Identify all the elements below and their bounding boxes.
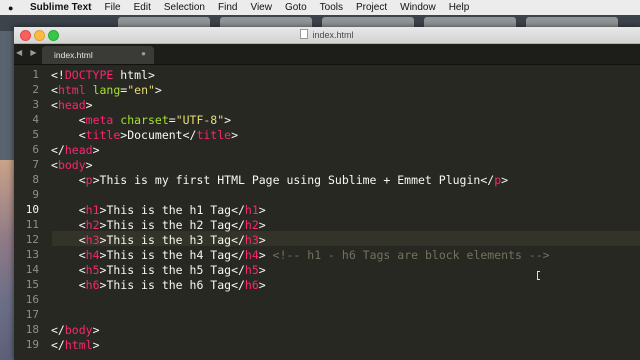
line-number: 12: [25, 233, 39, 246]
apple-menu-icon[interactable]: ●: [8, 3, 18, 13]
document-icon: [300, 29, 309, 39]
code-line[interactable]: <body>: [51, 158, 93, 173]
code-editor[interactable]: 1 2 3 4 5 6 7 8 9 10 11 12 13 14 15 16 17 18 19 <!DOCTYPE …: [14, 65, 640, 360]
code-line[interactable]: </html>: [51, 338, 100, 353]
line-number-gutter: 1 2 3 4 5 6 7 8 9 10 11 12 13 14 15 16 17 18 19: [14, 65, 52, 360]
menu-view[interactable]: View: [250, 2, 272, 13]
tab-nav-arrows-icon[interactable]: ◀ ▶: [16, 48, 40, 57]
line-number: 10: [25, 203, 39, 216]
tab-index-html[interactable]: index.html ●: [42, 46, 154, 64]
menu-goto[interactable]: Goto: [285, 2, 307, 13]
line-number: 3: [32, 98, 39, 111]
line-number: 15: [25, 278, 39, 291]
code-line[interactable]: </head>: [51, 143, 100, 158]
code-line[interactable]: <!DOCTYPE html>: [51, 68, 155, 83]
code-line[interactable]: <h2>This is the h2 Tag</h2>: [51, 218, 266, 233]
menu-edit[interactable]: Edit: [134, 2, 151, 13]
line-number: 5: [32, 128, 39, 141]
code-line[interactable]: <h3>This is the h3 Tag</h3>: [51, 233, 266, 248]
line-number: 1: [32, 68, 39, 81]
code-line[interactable]: <h4>This is the h4 Tag</h4> <!-- h1 - h6…: [51, 248, 550, 263]
code-line[interactable]: <title>Document</title>: [51, 128, 238, 143]
line-number: 18: [25, 323, 39, 336]
line-number: 13: [25, 248, 39, 261]
code-line[interactable]: <h1>This is the h1 Tag</h1>: [51, 203, 266, 218]
code-line[interactable]: <head>: [51, 98, 93, 113]
menu-tools[interactable]: Tools: [320, 2, 343, 13]
line-number: 2: [32, 83, 39, 96]
line-number: 17: [25, 308, 39, 321]
line-number: 6: [32, 143, 39, 156]
line-number: 16: [25, 293, 39, 306]
menu-find[interactable]: Find: [218, 2, 237, 13]
code-line[interactable]: <h6>This is the h6 Tag</h6>: [51, 278, 266, 293]
line-number: 8: [32, 173, 39, 186]
code-line[interactable]: </body>: [51, 323, 100, 338]
code-line[interactable]: <p>This is my first HTML Page using Subl…: [51, 173, 508, 188]
tab-close-icon[interactable]: ●: [141, 49, 146, 58]
tab-strip: ◀ ▶ index.html ●: [14, 44, 640, 65]
desktop-background: [0, 160, 14, 360]
sublime-window: index.html ◀ ▶ index.html ● 1 2 3 4 5 6 7 8 9 10 1…: [14, 27, 640, 360]
tab-label: index.html: [54, 50, 93, 60]
menu-sublime-text[interactable]: Sublime Text: [30, 2, 92, 13]
menu-selection[interactable]: Selection: [164, 2, 205, 13]
menu-project[interactable]: Project: [356, 2, 387, 13]
window-title-text: index.html: [312, 30, 354, 40]
menu-help[interactable]: Help: [449, 2, 470, 13]
code-line[interactable]: <meta charset="UTF-8">: [51, 113, 231, 128]
window-title: index.html: [14, 29, 640, 40]
menu-window[interactable]: Window: [400, 2, 436, 13]
line-number: 4: [32, 113, 39, 126]
code-line[interactable]: <html lang="en">: [51, 83, 162, 98]
line-number: 9: [32, 188, 39, 201]
text-cursor-icon: [537, 271, 540, 280]
line-number: 19: [25, 338, 39, 351]
menu-bar: ● Sublime Text File Edit Selection Find View Go…: [0, 0, 640, 16]
code-line[interactable]: <h5>This is the h5 Tag</h5>: [51, 263, 266, 278]
line-number: 11: [25, 218, 39, 231]
line-number: 7: [32, 158, 39, 171]
title-bar[interactable]: index.html: [14, 27, 640, 44]
line-number: 14: [25, 263, 39, 276]
menu-file[interactable]: File: [105, 2, 121, 13]
